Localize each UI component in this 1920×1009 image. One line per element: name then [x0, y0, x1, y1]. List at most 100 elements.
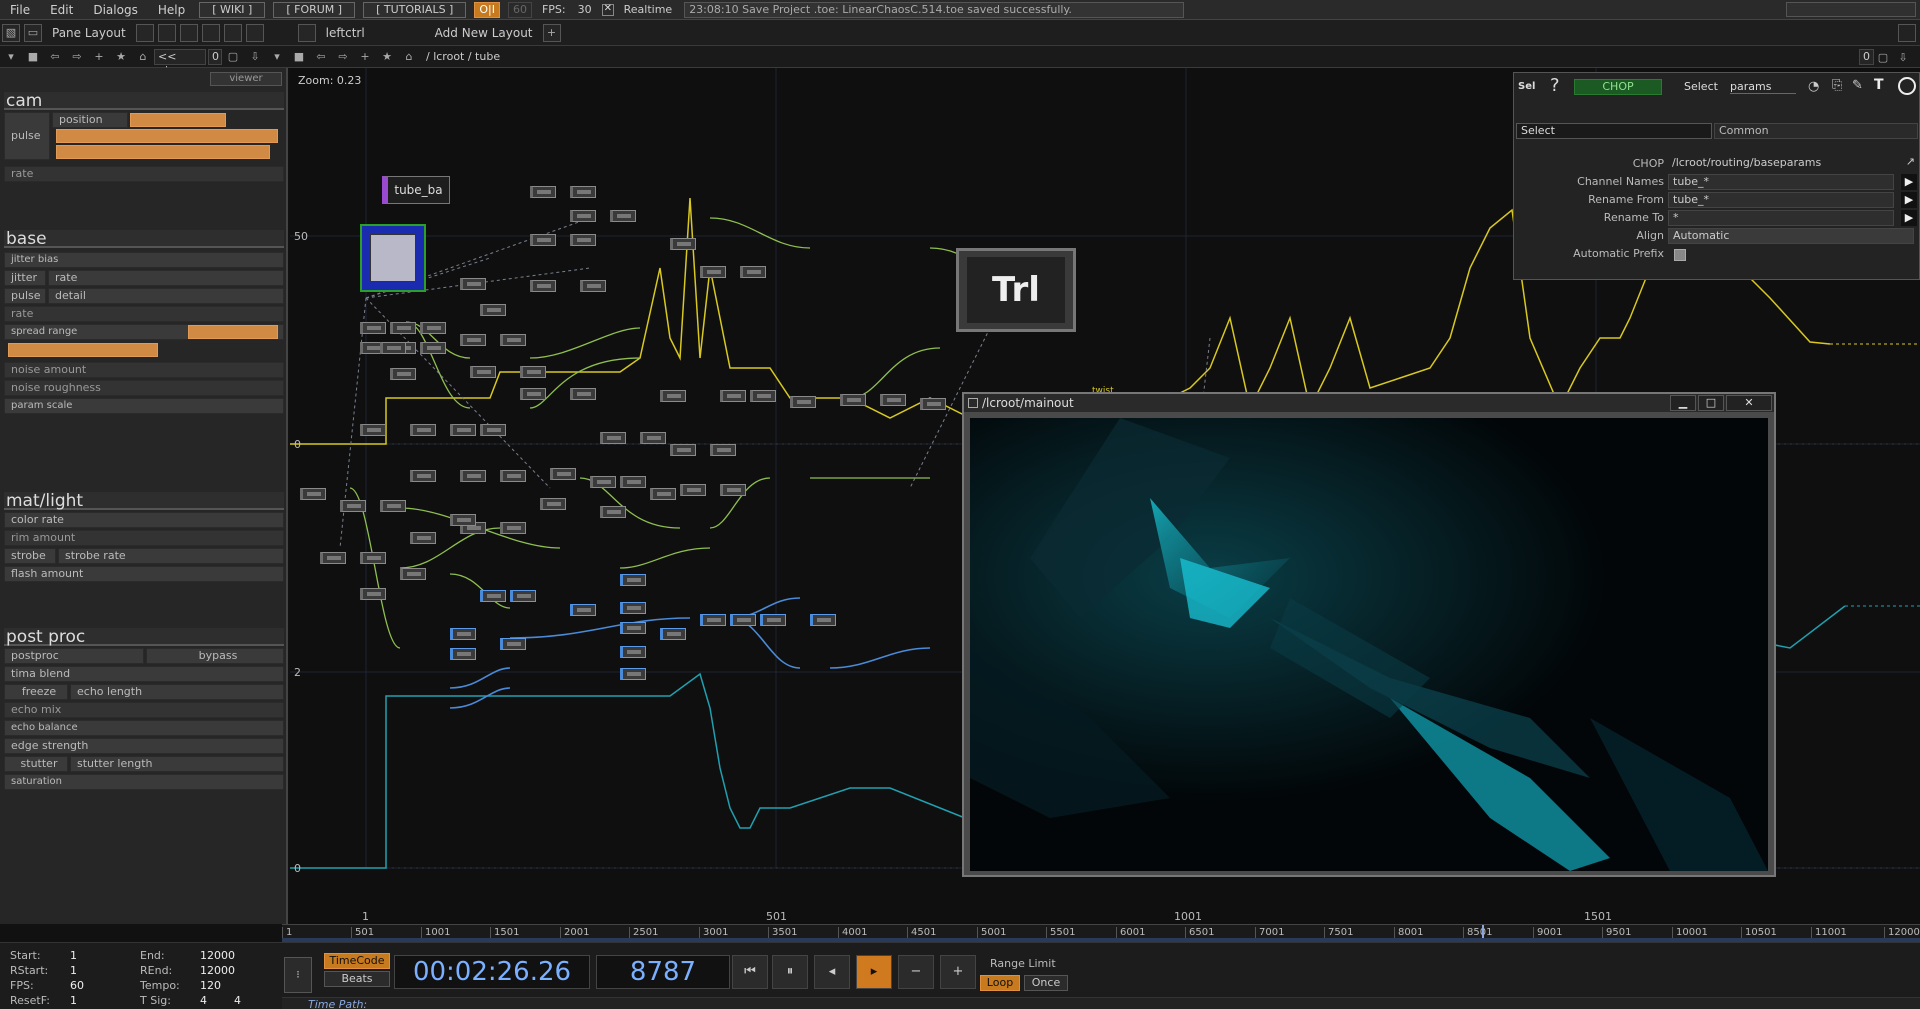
- layout-4-button[interactable]: [201, 23, 220, 42]
- layout-menu-button[interactable]: [1898, 24, 1916, 42]
- once-toggle[interactable]: Once: [1024, 975, 1068, 991]
- rename-from-menu-icon[interactable]: ▶: [1901, 192, 1917, 208]
- echo-mix-slider[interactable]: echo mix: [4, 702, 284, 718]
- operator-node[interactable]: [360, 552, 386, 564]
- blue-operator-node[interactable]: [510, 590, 536, 602]
- spread-range-fill-1[interactable]: [188, 325, 278, 339]
- dropdown2-icon[interactable]: ▾: [268, 49, 286, 65]
- operator-node[interactable]: [500, 470, 526, 482]
- image-icon[interactable]: ▧: [2, 23, 20, 42]
- network-path[interactable]: / lcroot / tube: [426, 50, 500, 63]
- position-slider[interactable]: [130, 113, 226, 127]
- chop-path-field[interactable]: /lcroot/routing/baseparams: [1668, 156, 1892, 172]
- operator-node[interactable]: [740, 266, 766, 278]
- tempo-value[interactable]: 120: [200, 979, 221, 992]
- operator-node[interactable]: [360, 424, 386, 436]
- left-path-field[interactable]: << uicor: [154, 48, 206, 77]
- star-icon[interactable]: ★: [112, 49, 130, 65]
- automatic-prefix-checkbox[interactable]: [1674, 249, 1686, 261]
- tsig-value-a[interactable]: 4: [200, 994, 207, 1007]
- operator-node[interactable]: [300, 488, 326, 500]
- forward2-arrow-icon[interactable]: ⇨: [334, 49, 352, 65]
- operator-node[interactable]: [570, 210, 596, 222]
- operator-node[interactable]: [470, 366, 496, 378]
- blue-operator-node[interactable]: [760, 614, 786, 626]
- menu-file[interactable]: File: [0, 3, 40, 17]
- layout-3-button[interactable]: [179, 23, 198, 42]
- tab-select[interactable]: Select: [1516, 123, 1712, 139]
- strobe-rate-slider[interactable]: strobe rate: [58, 548, 284, 564]
- operator-node[interactable]: [450, 424, 476, 436]
- operator-node[interactable]: [680, 484, 706, 496]
- forward-arrow-icon[interactable]: ⇨: [68, 49, 86, 65]
- blue-operator-node[interactable]: [620, 574, 646, 586]
- rim-amount-slider[interactable]: rim amount: [4, 530, 284, 546]
- echo-balance-slider[interactable]: echo balance: [4, 720, 284, 736]
- resetf-value[interactable]: 1: [70, 994, 77, 1007]
- operator-node[interactable]: [400, 568, 426, 580]
- tube-node[interactable]: tube_ba: [382, 176, 450, 204]
- operator-node[interactable]: [600, 432, 626, 444]
- layout-2-button[interactable]: [157, 23, 176, 42]
- operator-node[interactable]: [660, 390, 686, 402]
- operator-node[interactable]: [620, 476, 646, 488]
- tutorials-button[interactable]: [ TUTORIALS ]: [363, 1, 467, 18]
- op-name-field[interactable]: params: [1730, 80, 1796, 94]
- operator-node[interactable]: [520, 388, 546, 400]
- align-select[interactable]: Automatic: [1668, 228, 1914, 244]
- operator-node[interactable]: [920, 398, 946, 410]
- download2-icon[interactable]: ⇩: [1894, 49, 1912, 65]
- operator-node[interactable]: [550, 468, 576, 480]
- operator-node[interactable]: [320, 552, 346, 564]
- power-toggle[interactable]: O|I: [474, 1, 500, 18]
- operator-node[interactable]: [790, 396, 816, 408]
- home2-icon[interactable]: ⌂: [400, 49, 418, 65]
- close-button[interactable]: ✕: [1726, 395, 1772, 411]
- operator-node[interactable]: [570, 186, 596, 198]
- operator-node[interactable]: [480, 424, 506, 436]
- viewer-title-bar[interactable]: /lcroot/mainout: [964, 394, 1774, 412]
- blue-operator-node[interactable]: [810, 614, 836, 626]
- blue-operator-node[interactable]: [700, 614, 726, 626]
- jitter-bias-slider[interactable]: jitter bias: [4, 252, 284, 268]
- channel-names-menu-icon[interactable]: ▶: [1901, 174, 1917, 190]
- operator-node[interactable]: [530, 280, 556, 292]
- operator-node[interactable]: [530, 186, 556, 198]
- jitter-toggle[interactable]: jitter: [4, 270, 46, 286]
- operator-node[interactable]: [670, 444, 696, 456]
- noise-amount-slider[interactable]: noise amount: [4, 362, 284, 378]
- operator-node[interactable]: [460, 470, 486, 482]
- blue-operator-node[interactable]: [660, 628, 686, 640]
- bypass-toggle[interactable]: bypass: [146, 648, 284, 664]
- operator-node[interactable]: [460, 278, 486, 290]
- path-picker-icon[interactable]: ↗: [1906, 155, 1915, 168]
- window2-icon[interactable]: ▢: [1874, 49, 1892, 65]
- add-layout-icon[interactable]: +: [542, 23, 561, 42]
- dropdown-icon[interactable]: ▾: [2, 49, 20, 65]
- fps-value-2[interactable]: 60: [70, 979, 84, 992]
- back2-arrow-icon[interactable]: ⇦: [312, 49, 330, 65]
- operator-node[interactable]: [610, 210, 636, 222]
- operator-node[interactable]: [540, 498, 566, 510]
- search-field[interactable]: [1786, 2, 1916, 17]
- pulse-toggle[interactable]: pulse: [4, 288, 46, 304]
- maximize-button[interactable]: □: [1698, 395, 1724, 411]
- edge-strength-slider[interactable]: edge strength: [4, 738, 284, 754]
- add2-icon[interactable]: +: [356, 49, 374, 65]
- frame-display[interactable]: 8787: [596, 955, 730, 989]
- strobe-toggle[interactable]: strobe: [4, 548, 56, 564]
- comment-icon[interactable]: ◔: [1808, 79, 1819, 94]
- time-menu-button[interactable]: ⁝: [284, 957, 312, 993]
- help-icon[interactable]: ?: [1550, 75, 1560, 96]
- pulse-slider-2[interactable]: [56, 145, 270, 159]
- plus-button[interactable]: +: [940, 955, 976, 989]
- operator-node[interactable]: [390, 368, 416, 380]
- operator-node[interactable]: [720, 390, 746, 402]
- operator-node[interactable]: [700, 266, 726, 278]
- blue-operator-node[interactable]: [480, 590, 506, 602]
- tsig-value-b[interactable]: 4: [234, 994, 241, 1007]
- rename-to-field[interactable]: *: [1668, 210, 1894, 226]
- window-icon[interactable]: ▢: [224, 49, 242, 65]
- rename-to-menu-icon[interactable]: ▶: [1901, 210, 1917, 226]
- operator-node[interactable]: [600, 506, 626, 518]
